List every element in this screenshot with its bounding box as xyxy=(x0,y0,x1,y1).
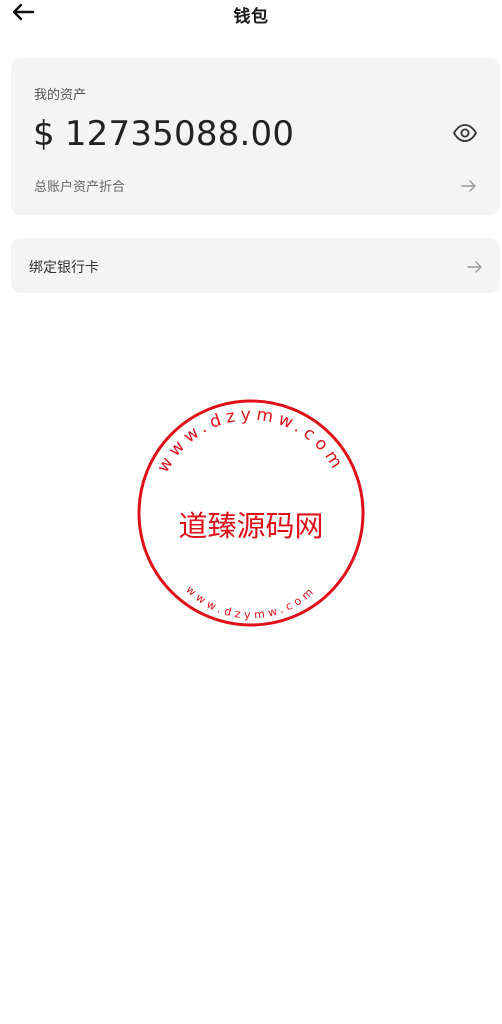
arrow-right-icon xyxy=(461,180,476,192)
stamp-graphic: www.dzymw.com www.dzymw.com 道臻源码网 xyxy=(137,399,365,627)
asset-card: 我的资产 $ 12735088.00 总账户资产折合 xyxy=(11,58,500,215)
eye-icon xyxy=(453,124,477,142)
stamp-top-ring-text: www.dzymw.com xyxy=(153,405,348,476)
bind-bank-card-label: 绑定银行卡 xyxy=(29,260,99,276)
toggle-visibility-button[interactable] xyxy=(452,122,478,144)
bind-bank-card-row[interactable]: 绑定银行卡 xyxy=(11,238,500,293)
asset-detail-arrow[interactable] xyxy=(460,178,478,192)
arrow-right-icon xyxy=(467,261,482,273)
asset-sub-label: 总账户资产折合 xyxy=(34,180,126,195)
bank-card-arrow xyxy=(466,259,484,273)
currency-symbol: $ xyxy=(33,114,55,154)
stamp-watermark: www.dzymw.com www.dzymw.com 道臻源码网 xyxy=(136,398,366,628)
stamp-center-text: 道臻源码网 xyxy=(178,509,323,543)
asset-amount-value: 12735088.00 xyxy=(64,114,295,154)
page-title: 钱包 xyxy=(233,7,269,27)
header: 钱包 xyxy=(0,0,502,28)
asset-amount: $ 12735088.00 xyxy=(33,114,294,154)
asset-label: 我的资产 xyxy=(34,88,87,103)
